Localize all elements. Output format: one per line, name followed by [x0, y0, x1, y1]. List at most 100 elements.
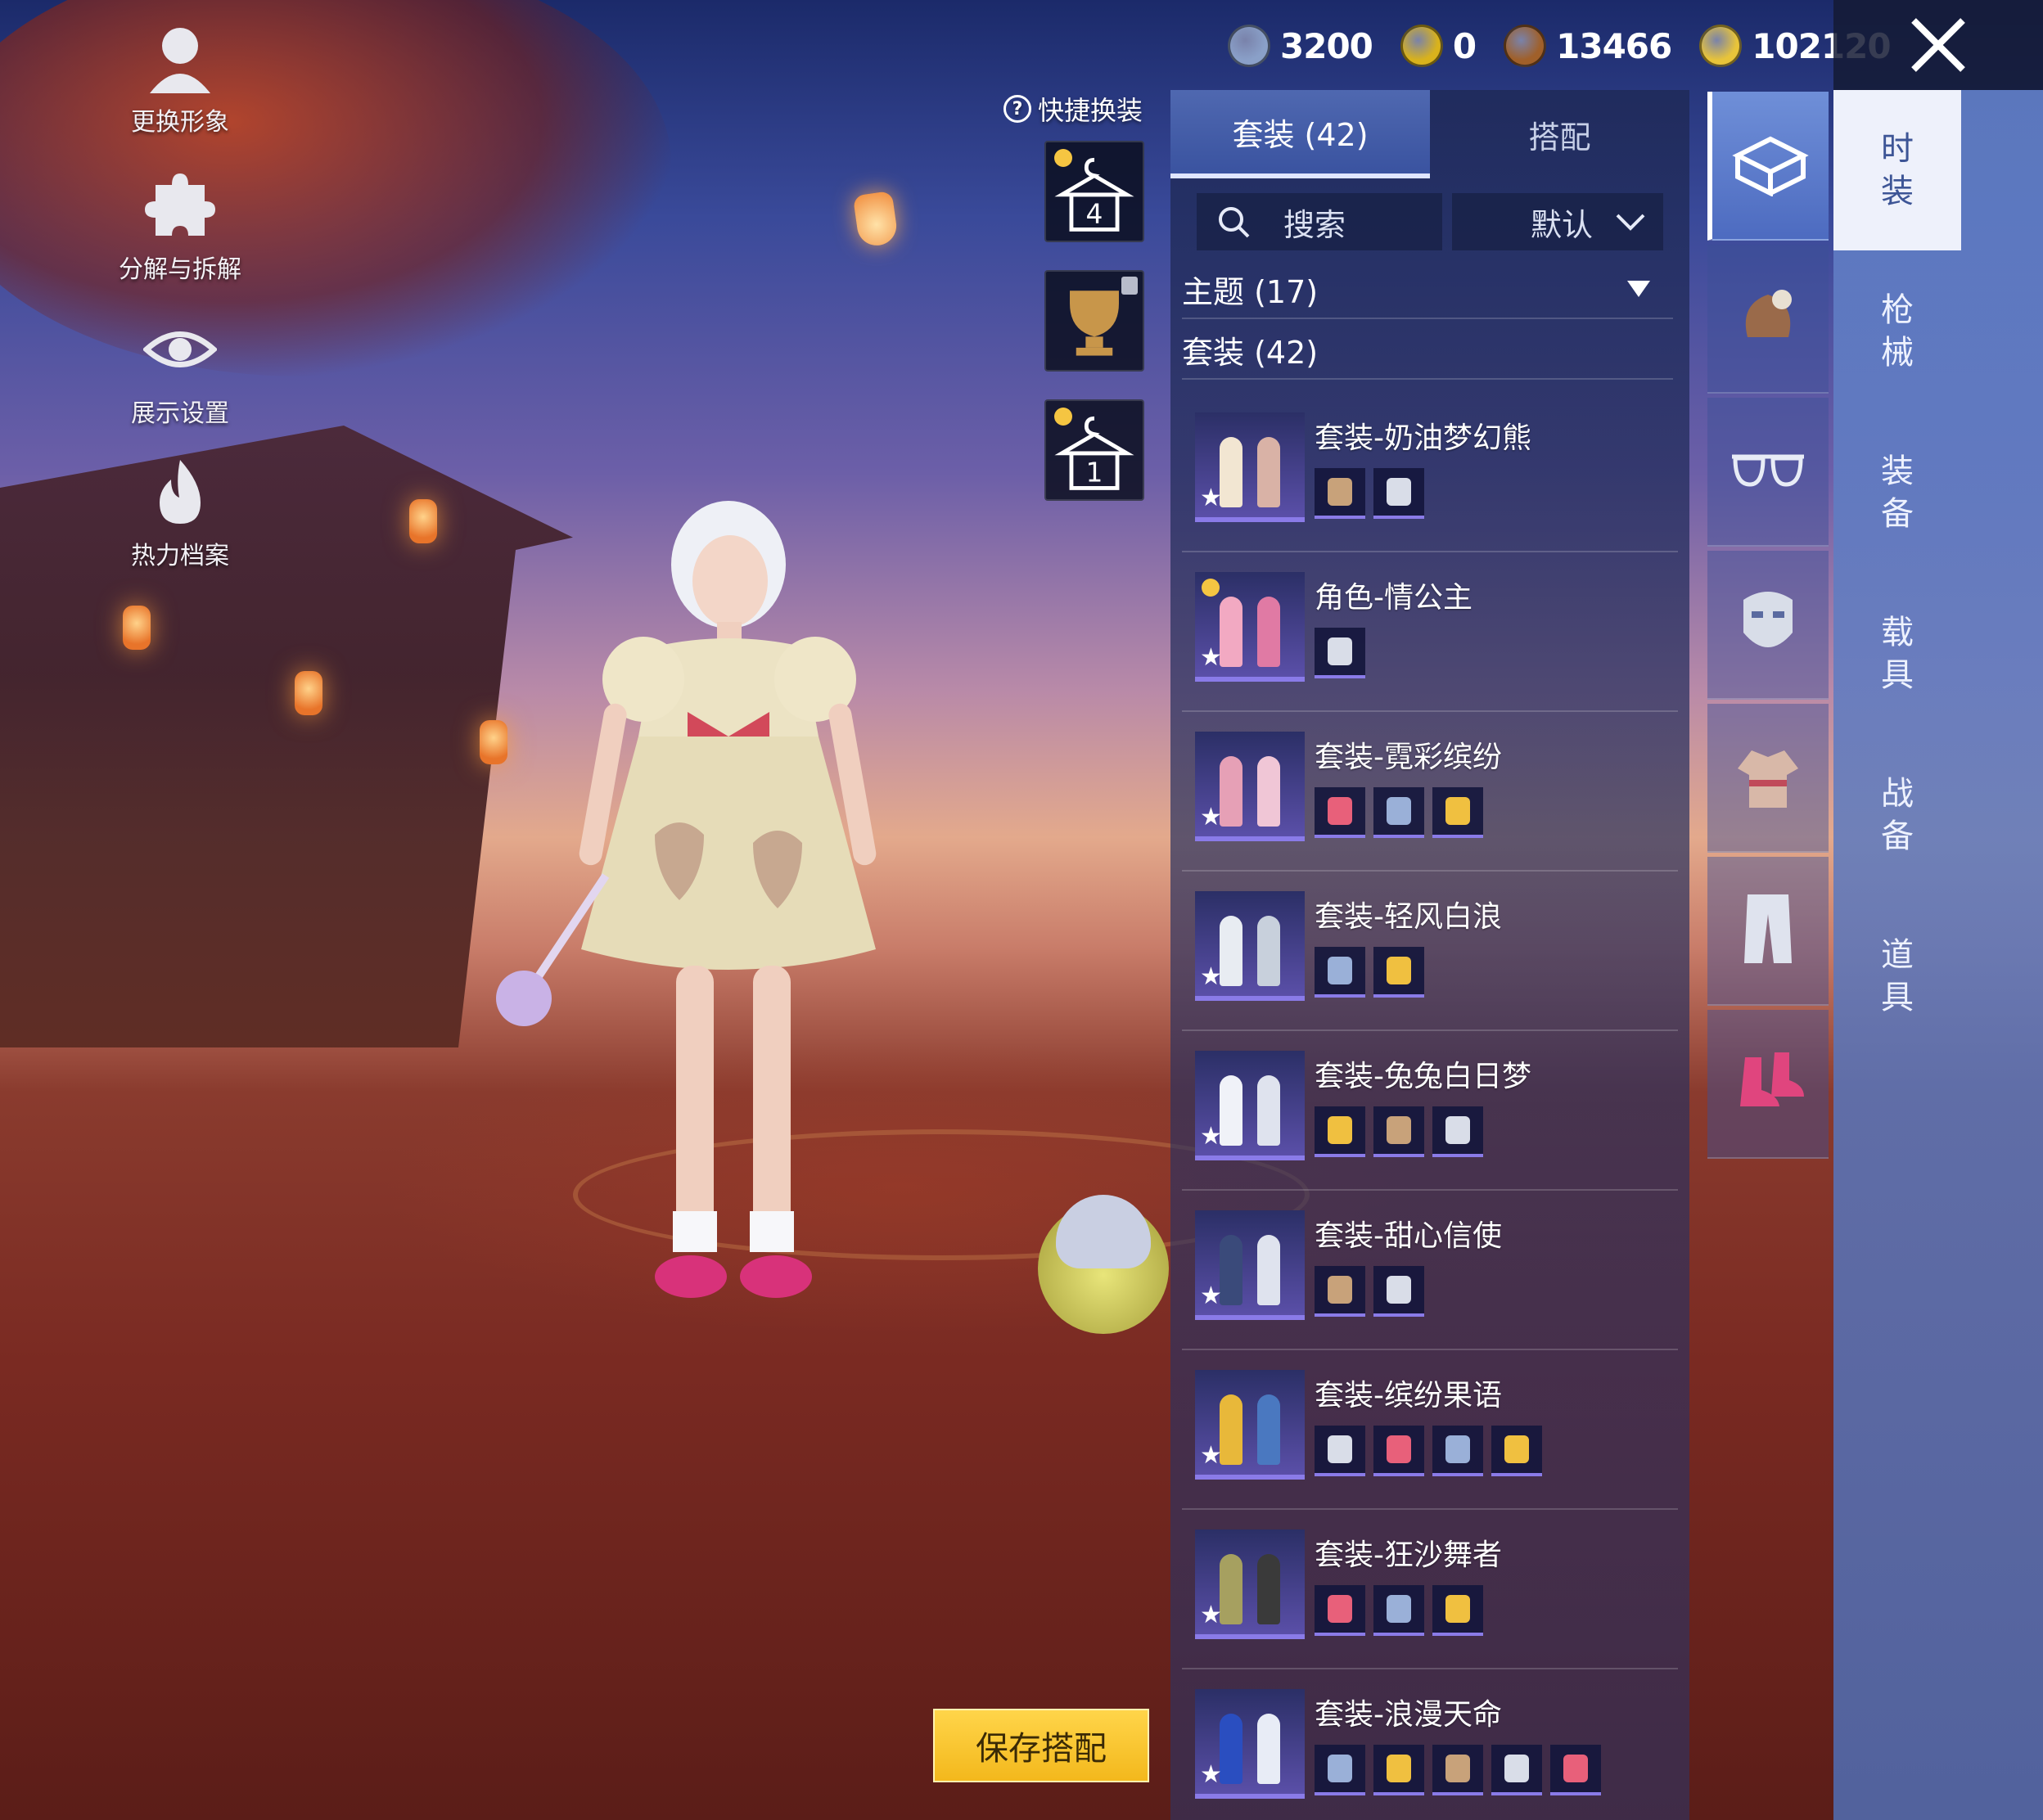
- search-input[interactable]: 搜索: [1197, 193, 1442, 250]
- nav-item[interactable]: 道具: [1833, 896, 1961, 1056]
- part-icon[interactable]: [1315, 1106, 1365, 1157]
- change-appearance-label: 更换形象: [131, 108, 229, 137]
- item-parts: [1315, 1426, 1542, 1476]
- nav-item[interactable]: 枪械: [1833, 251, 1961, 412]
- part-thumbnail: [1387, 1116, 1411, 1144]
- list-item[interactable]: ★ 套装-轻风白浪: [1182, 872, 1678, 1031]
- sort-dropdown[interactable]: 默认: [1452, 193, 1663, 250]
- list-item[interactable]: ★ 套装-奶油梦幻熊: [1182, 393, 1678, 552]
- category-glasses[interactable]: [1707, 398, 1829, 547]
- list-item[interactable]: ★ 角色-情公主: [1182, 552, 1678, 712]
- currency-item[interactable]: 0: [1400, 25, 1477, 67]
- category-mask[interactable]: [1707, 551, 1829, 700]
- category-icon-column: [1707, 92, 1829, 1162]
- part-icon[interactable]: [1373, 1106, 1424, 1157]
- part-thumbnail: [1328, 957, 1352, 984]
- category-theme[interactable]: 主题 (17): [1182, 260, 1673, 319]
- outfit-slot-4[interactable]: 4: [1044, 141, 1144, 242]
- eye-icon: [143, 331, 217, 367]
- part-icon[interactable]: [1432, 1585, 1483, 1636]
- category-outfit[interactable]: [1707, 704, 1829, 853]
- category-pants[interactable]: [1707, 857, 1829, 1006]
- nav-label: 枪械: [1881, 291, 1914, 372]
- display-settings-button[interactable]: 展示设置: [98, 313, 262, 429]
- list-item[interactable]: ★ 套装-浪漫天命: [1182, 1669, 1678, 1815]
- item-name: 套装-奶油梦幻熊: [1315, 421, 1531, 455]
- item-thumbnail: ★: [1195, 1051, 1305, 1160]
- close-button[interactable]: [1833, 0, 2043, 90]
- triangle-down-icon: [1627, 281, 1650, 297]
- lantern: [409, 499, 437, 543]
- nav-item[interactable]: 装备: [1833, 412, 1961, 573]
- heat-archive-button[interactable]: 热力档案: [98, 455, 262, 571]
- part-thumbnail: [1328, 1755, 1352, 1782]
- chevron-down-icon: [1616, 214, 1645, 231]
- part-icon[interactable]: [1432, 1106, 1483, 1157]
- nav-label: 载具: [1881, 614, 1914, 694]
- outfit-figure: [1220, 756, 1242, 827]
- currency-item[interactable]: 3200: [1228, 25, 1373, 67]
- part-icon[interactable]: [1373, 1745, 1424, 1795]
- category-suits[interactable]: 套装 (42): [1182, 321, 1673, 380]
- item-thumbnail: ★: [1195, 1210, 1305, 1320]
- part-icon[interactable]: [1432, 1745, 1483, 1795]
- tab-suits[interactable]: 套装 (42): [1170, 90, 1430, 178]
- right-nav: 时装枪械装备载具战备 道具: [1833, 90, 2043, 1820]
- category-shoes[interactable]: [1707, 1010, 1829, 1159]
- part-icon[interactable]: [1491, 1745, 1542, 1795]
- list-item[interactable]: ★ 套装-狂沙舞者: [1182, 1510, 1678, 1669]
- tab-combos[interactable]: 搭配: [1430, 90, 1689, 178]
- list-item[interactable]: ★ 套装-缤纷果语: [1182, 1350, 1678, 1510]
- part-icon[interactable]: [1315, 1745, 1365, 1795]
- part-icon[interactable]: [1373, 468, 1424, 519]
- part-icon[interactable]: [1315, 1426, 1365, 1476]
- outfit-figure: [1257, 916, 1280, 986]
- part-icon[interactable]: [1373, 1426, 1424, 1476]
- part-thumbnail: [1387, 1435, 1411, 1463]
- part-icon[interactable]: [1373, 787, 1424, 838]
- list-item[interactable]: ★ 套装-甜心信使: [1182, 1191, 1678, 1350]
- category-box[interactable]: [1707, 92, 1829, 241]
- part-icon[interactable]: [1315, 1266, 1365, 1317]
- decompose-button[interactable]: 分解与拆解: [98, 169, 262, 285]
- uc-coin-icon: [1228, 25, 1270, 67]
- part-thumbnail: [1445, 1595, 1470, 1623]
- nav-item[interactable]: 时装: [1833, 90, 1961, 250]
- list-item[interactable]: ★ 套装-霓彩缤纷: [1182, 712, 1678, 872]
- outfit-slot-1[interactable]: 1: [1044, 399, 1144, 501]
- part-icon[interactable]: [1491, 1426, 1542, 1476]
- part-icon[interactable]: [1432, 787, 1483, 838]
- part-icon[interactable]: [1315, 787, 1365, 838]
- nav-item[interactable]: 战备: [1833, 735, 1961, 895]
- part-icon[interactable]: [1315, 947, 1365, 998]
- part-icon[interactable]: [1373, 1585, 1424, 1636]
- item-thumbnail: ★: [1195, 732, 1305, 841]
- category-label: 套装 (42): [1182, 334, 1319, 371]
- shoes-icon: [1729, 1049, 1807, 1118]
- save-outfit-button[interactable]: 保存搭配: [933, 1709, 1149, 1782]
- outfit-icon: [1731, 739, 1805, 816]
- panel-tabs: 套装 (42) 搭配: [1170, 90, 1689, 178]
- part-icon[interactable]: [1315, 628, 1365, 678]
- nav-item[interactable]: 载具: [1833, 574, 1961, 734]
- quick-change-help[interactable]: ? 快捷换装: [1003, 90, 1143, 128]
- category-hat[interactable]: [1707, 245, 1829, 394]
- character-model: [496, 501, 877, 1298]
- item-name: 套装-甜心信使: [1315, 1219, 1502, 1253]
- part-icon[interactable]: [1315, 1585, 1365, 1636]
- item-name: 套装-轻风白浪: [1315, 900, 1502, 934]
- part-icon[interactable]: [1373, 947, 1424, 998]
- outfit-slot-locked[interactable]: [1044, 270, 1144, 372]
- outfit-figure: [1220, 1554, 1242, 1624]
- change-appearance-button[interactable]: 更换形象: [98, 21, 262, 137]
- outfit-figure: [1257, 597, 1280, 667]
- part-icon[interactable]: [1373, 1266, 1424, 1317]
- part-icon[interactable]: [1550, 1745, 1601, 1795]
- currency-item[interactable]: 13466: [1504, 25, 1672, 67]
- outfit-figure: [1220, 916, 1242, 986]
- currency-value: 0: [1452, 25, 1477, 66]
- part-icon[interactable]: [1432, 1426, 1483, 1476]
- part-thumbnail: [1563, 1755, 1588, 1782]
- part-icon[interactable]: [1315, 468, 1365, 519]
- list-item[interactable]: ★ 套装-兔兔白日梦: [1182, 1031, 1678, 1191]
